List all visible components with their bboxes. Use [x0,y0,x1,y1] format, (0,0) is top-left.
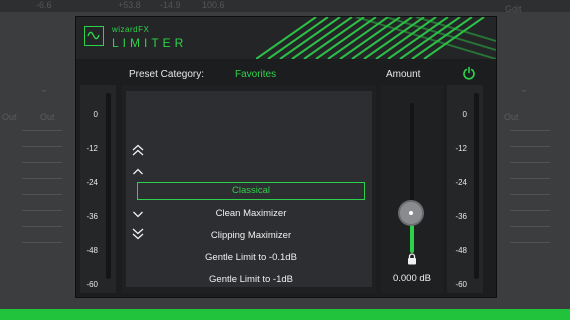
host-label: Out [2,112,17,122]
host-label: Out [40,112,55,122]
input-meter-panel: 0 -12 -24 -36 -48 -60 [80,85,116,293]
meter-tick: 0 [462,110,467,119]
lock-icon[interactable] [407,253,417,265]
double-chevron-up-icon[interactable] [131,143,145,157]
host-value: -6.6 [36,0,52,10]
meter-tick: -36 [455,212,467,221]
host-ruler [22,130,62,290]
meter-tick: -36 [86,212,98,221]
amount-panel: 0.000 dB [381,85,443,293]
meter-tick: 0 [93,110,98,119]
preset-item[interactable]: Clipping Maximizer [137,227,365,245]
host-top-bar [0,0,570,12]
meter-tick: -60 [455,280,467,289]
power-icon[interactable] [462,66,476,80]
meter-tick: -60 [86,280,98,289]
host-label: Out [504,112,519,122]
preset-category-dropdown[interactable]: Favorites [235,69,276,80]
host-chevron-icon: ⌄ [40,84,49,95]
preset-item-selected[interactable]: Classical [137,182,365,200]
preset-item[interactable]: Gentle Limit to -1dB [137,271,365,289]
host-ruler [510,130,550,290]
host-value: -14.9 [160,0,181,10]
meter-tick: -24 [455,178,467,187]
plugin-header: wizardFX LIMITER [76,17,496,59]
preset-item[interactable]: Clean Maximizer [137,205,365,223]
product-name: LIMITER [112,36,188,50]
preset-item[interactable]: Gentle Limit to -0.1dB [137,249,365,267]
amount-value: 0.000 dB [392,273,432,284]
input-meter-track [106,93,111,279]
host-value: +53.8 [118,0,141,10]
meter-tick: -12 [86,144,98,153]
amount-slider-handle[interactable] [400,201,422,224]
meter-tick: -24 [86,178,98,187]
meter-tick: -48 [455,246,467,255]
host-chevron-icon: ⌄ [520,84,529,95]
brand-name: wizardFX [112,25,150,34]
meter-tick: -48 [86,246,98,255]
waveform-logo-icon [84,26,104,46]
host-status-bar [0,309,570,320]
output-meter-panel: 0 -12 -24 -36 -48 -60 [447,85,483,293]
amount-label: Amount [386,69,421,80]
host-value: 100.6 [202,0,225,10]
limiter-plugin-window: wizardFX LIMITER 0 -12 -24 -36 -48 -60 P… [75,16,497,298]
meter-tick: -12 [455,144,467,153]
host-value: Gdit [505,4,522,14]
output-meter-track [474,93,479,279]
preset-category-label: Preset Category: [129,69,205,80]
header-stripes-decoration [256,17,496,59]
chevron-up-icon[interactable] [131,165,145,179]
